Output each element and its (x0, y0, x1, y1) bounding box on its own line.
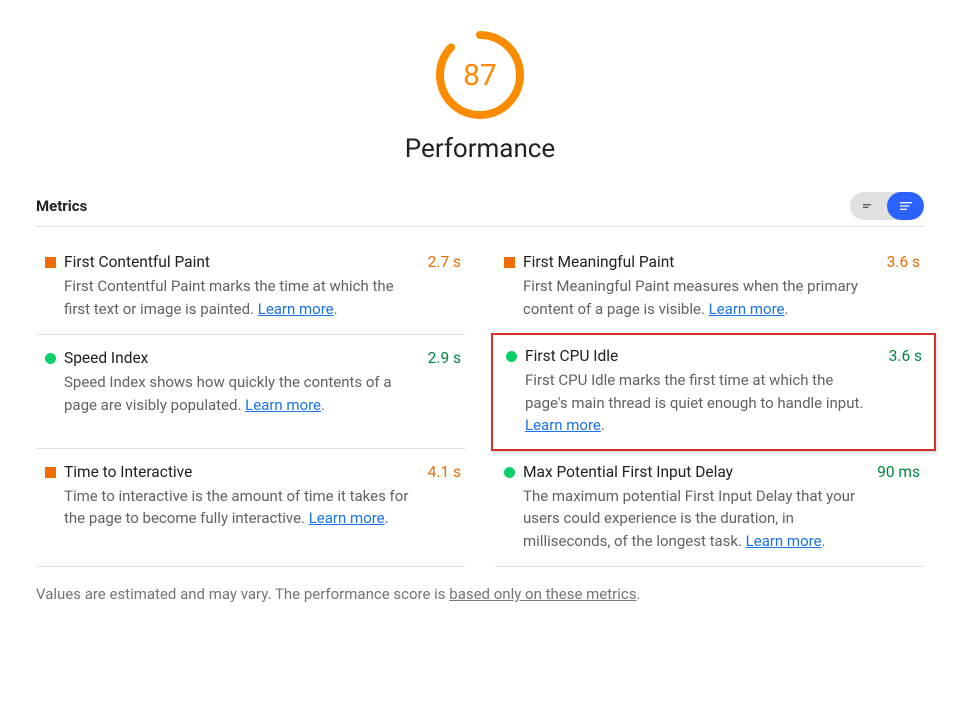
metric-value: 2.7 s (428, 253, 461, 320)
metric-desc-text: First Contentful Paint marks the time at… (64, 277, 394, 318)
learn-more-link[interactable]: Learn more (709, 300, 785, 318)
average-icon (495, 253, 523, 320)
score-gauge: 87 (435, 30, 525, 120)
metric-body: First CPU Idle First CPU Idle marks the f… (525, 347, 889, 437)
list-detailed-icon (898, 198, 914, 214)
metric-card: Time to Interactive Time to interactive i… (36, 449, 465, 568)
detailed-view-button[interactable] (887, 192, 924, 220)
metric-title: First Contentful Paint (64, 253, 418, 271)
metric-value: 90 ms (877, 463, 920, 553)
metric-desc-text: Speed Index shows how quickly the conten… (64, 373, 392, 414)
metric-desc-text: First CPU Idle marks the first time at w… (525, 371, 863, 412)
pass-icon (497, 347, 525, 437)
metric-description: First CPU Idle marks the first time at w… (525, 369, 879, 437)
pass-icon (495, 463, 523, 553)
metric-body: First Contentful Paint First Contentful P… (64, 253, 428, 320)
metrics-grid: First Contentful Paint First Contentful P… (36, 239, 924, 567)
footnote-prefix: Values are estimated and may vary. The p… (36, 585, 449, 603)
metrics-header: Metrics (36, 192, 924, 227)
list-short-icon (861, 198, 877, 214)
metric-card: First Contentful Paint First Contentful P… (36, 239, 465, 335)
learn-more-link[interactable]: Learn more (245, 396, 321, 414)
metric-card: First CPU Idle First CPU Idle marks the f… (491, 333, 936, 451)
gauge-label: Performance (405, 134, 555, 164)
metrics-heading: Metrics (36, 197, 87, 215)
metric-description: First Meaningful Paint measures when the… (523, 275, 877, 320)
metric-title: First Meaningful Paint (523, 253, 877, 271)
metric-card: Max Potential First Input Delay The maxim… (495, 449, 924, 568)
view-toggle (850, 192, 924, 220)
learn-more-link[interactable]: Learn more (309, 509, 385, 527)
average-icon (36, 253, 64, 320)
footnote: Values are estimated and may vary. The p… (36, 585, 924, 603)
metric-body: Max Potential First Input Delay The maxim… (523, 463, 877, 553)
average-icon (36, 463, 64, 553)
metric-description: First Contentful Paint marks the time at… (64, 275, 418, 320)
metric-card: First Meaningful Paint First Meaningful P… (495, 239, 924, 335)
metric-desc-text: First Meaningful Paint measures when the… (523, 277, 858, 318)
score-value: 87 (435, 30, 525, 120)
metric-title: Time to Interactive (64, 463, 418, 481)
metric-value: 3.6 s (889, 347, 922, 437)
footnote-suffix: . (636, 585, 640, 603)
metric-description: The maximum potential First Input Delay … (523, 485, 867, 553)
learn-more-link[interactable]: Learn more (746, 532, 822, 550)
learn-more-link[interactable]: Learn more (525, 416, 601, 434)
metric-card: Speed Index Speed Index shows how quickly… (36, 335, 465, 449)
metric-body: Time to Interactive Time to interactive i… (64, 463, 428, 553)
pass-icon (36, 349, 64, 434)
metric-title: Max Potential First Input Delay (523, 463, 867, 481)
metric-title: Speed Index (64, 349, 418, 367)
footnote-link[interactable]: based only on these metrics (449, 585, 636, 603)
compact-view-button[interactable] (850, 192, 887, 220)
metric-body: First Meaningful Paint First Meaningful P… (523, 253, 887, 320)
metric-description: Time to interactive is the amount of tim… (64, 485, 418, 530)
metric-value: 4.1 s (428, 463, 461, 553)
learn-more-link[interactable]: Learn more (258, 300, 334, 318)
metric-value: 2.9 s (428, 349, 461, 434)
metric-value: 3.6 s (887, 253, 920, 320)
metric-title: First CPU Idle (525, 347, 879, 365)
metric-description: Speed Index shows how quickly the conten… (64, 371, 418, 416)
metric-body: Speed Index Speed Index shows how quickly… (64, 349, 428, 434)
performance-gauge: 87 Performance (36, 30, 924, 164)
